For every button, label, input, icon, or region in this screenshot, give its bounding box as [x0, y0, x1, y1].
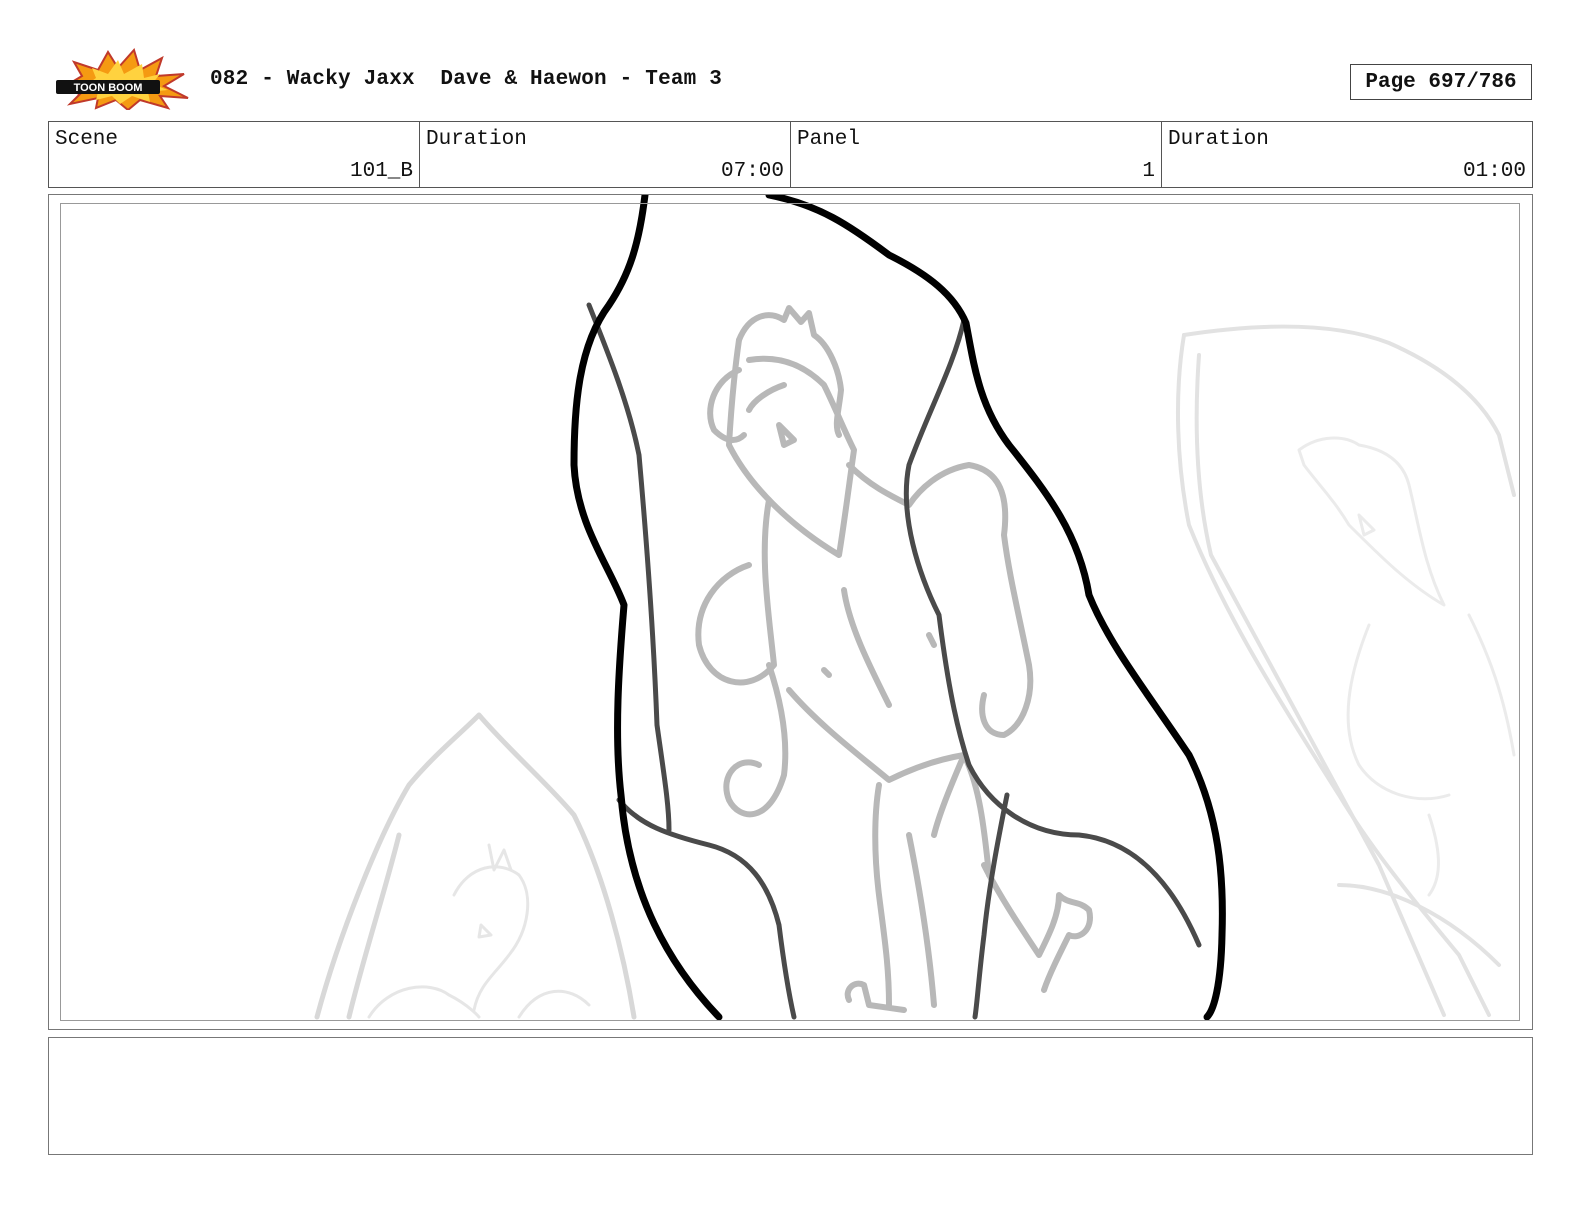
scene-cell: Scene 101_B	[49, 122, 420, 187]
storyboard-panel	[48, 194, 1533, 1030]
panel-duration-cell: Duration 01:00	[1162, 122, 1532, 187]
panel-value: 1	[1142, 160, 1155, 183]
page-number-box: Page 697/786	[1350, 64, 1532, 100]
storyboard-sketch-image	[314, 195, 1516, 1021]
page-title: 082 - Wacky Jaxx Dave & Haewon - Team 3	[210, 68, 723, 91]
panel-duration-value: 01:00	[1462, 160, 1526, 183]
scene-duration-value: 07:00	[720, 160, 784, 183]
scene-info-table: Scene 101_B Duration 07:00 Panel 1 Durat…	[48, 121, 1533, 188]
scene-duration-label: Duration	[426, 128, 527, 151]
panel-cell: Panel 1	[791, 122, 1162, 187]
scene-label: Scene	[55, 128, 119, 151]
panel-notes-box	[48, 1037, 1533, 1155]
scene-value: 101_B	[349, 160, 413, 183]
panel-duration-label: Duration	[1168, 128, 1269, 151]
scene-duration-cell: Duration 07:00	[420, 122, 791, 187]
toon-boom-logo: TOON BOOM	[52, 47, 190, 112]
logo-text: TOON BOOM	[74, 82, 143, 94]
panel-label: Panel	[797, 128, 861, 151]
page-number: Page 697/786	[1365, 70, 1517, 94]
